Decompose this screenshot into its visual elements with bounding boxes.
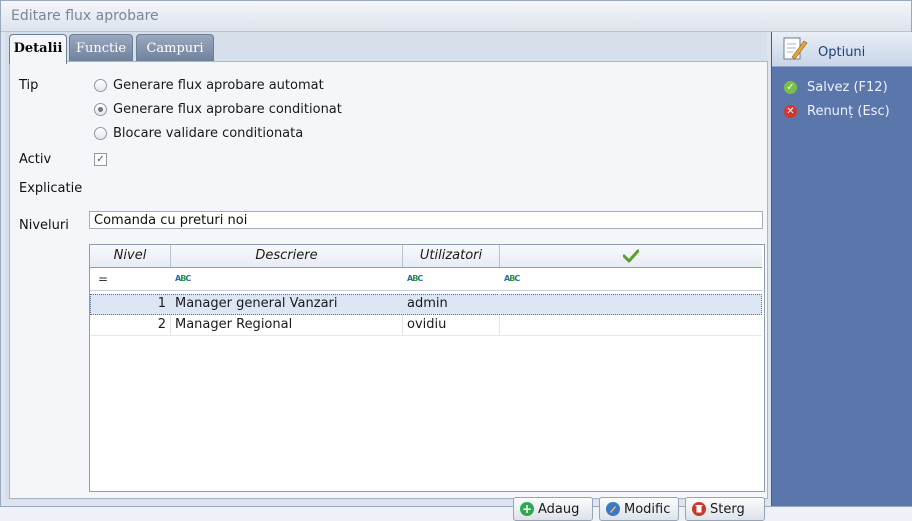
radio-conditionat[interactable]: Generare flux aprobare conditionat [94, 100, 342, 118]
tab-functie[interactable]: Functie [69, 34, 133, 62]
column-header-descriere[interactable]: Descriere [171, 245, 403, 267]
add-button[interactable]: + Adaug [513, 497, 593, 521]
activ-checkbox[interactable]: ✓ [94, 153, 107, 166]
filter-text-icon[interactable]: ABC [407, 268, 423, 290]
main-area: Detalii Functie Campuri Tip Generare flu… [5, 32, 768, 521]
radio-label-conditionat: Generare flux aprobare conditionat [113, 101, 342, 117]
niveluri-grid: Nivel Descriere Utilizatori = ABC ABC AB… [89, 244, 765, 492]
check-mark-icon [622, 249, 640, 262]
add-button-label: Adaug [538, 501, 580, 517]
grid-filter-row: = ABC ABC ABC [90, 268, 762, 291]
cell-descriere: Manager general Vanzari [171, 294, 403, 314]
cell-utilizatori: ovidiu [403, 315, 500, 335]
details-panel: Tip Generare flux aprobare automat Gener… [9, 61, 768, 521]
cell-nivel: 2 [90, 315, 171, 335]
cancel-circle-icon: ✕ [784, 104, 797, 118]
edit-document-icon [783, 37, 808, 60]
tab-campuri[interactable]: Campuri [136, 34, 214, 62]
niveluri-label: Niveluri [19, 218, 69, 233]
trash-icon [692, 502, 706, 516]
pencil-icon [606, 502, 620, 516]
radio-blocare[interactable]: Blocare validare conditionata [94, 124, 303, 142]
radio-button[interactable] [94, 126, 107, 140]
grid-header: Nivel Descriere Utilizatori [90, 245, 762, 268]
edit-button[interactable]: Modific [599, 497, 679, 521]
radio-button-selected[interactable] [94, 102, 107, 116]
filter-equals-icon[interactable]: = [98, 268, 118, 290]
save-button[interactable]: ✓ Salvez (F12) [784, 78, 888, 96]
table-row[interactable]: 2 Manager Regional ovidiu [90, 315, 762, 336]
explicatie-input[interactable]: Comanda cu preturi noi [89, 211, 763, 229]
radio-label-automat: Generare flux aprobare automat [113, 77, 324, 93]
plus-icon: + [520, 502, 534, 516]
delete-button-label: Sterg [710, 501, 745, 517]
window: Editare flux aprobare Detalii Functie Ca… [0, 0, 912, 521]
column-header-check[interactable] [500, 245, 762, 267]
table-row[interactable]: 1 Manager general Vanzari admin [90, 294, 762, 315]
window-title: Editare flux aprobare [11, 8, 159, 24]
radio-label-blocare: Blocare validare conditionata [113, 125, 304, 141]
column-header-utilizatori[interactable]: Utilizatori [403, 245, 500, 267]
sidebar-header: Optiuni [772, 32, 912, 67]
cancel-button[interactable]: ✕ Renunț (Esc) [784, 102, 890, 120]
cell-utilizatori: admin [403, 294, 500, 314]
tab-detalii[interactable]: Detalii [9, 34, 67, 64]
tip-label: Tip [19, 78, 39, 93]
radio-button[interactable] [94, 78, 107, 92]
cell-descriere: Manager Regional [171, 315, 403, 335]
edit-button-label: Modific [624, 501, 671, 517]
filter-text-icon[interactable]: ABC [504, 268, 520, 290]
filter-text-icon[interactable]: ABC [175, 268, 191, 290]
radio-automat[interactable]: Generare flux aprobare automat [94, 76, 324, 94]
title-bar: Editare flux aprobare [1, 1, 911, 32]
save-label: Salvez (F12) [807, 79, 888, 95]
cancel-label: Renunț (Esc) [807, 103, 890, 119]
cell-nivel: 1 [90, 294, 171, 314]
sidebar-title: Optiuni [818, 45, 866, 60]
column-header-nivel[interactable]: Nivel [90, 245, 171, 267]
explicatie-label: Explicatie [19, 181, 83, 196]
cell-check [500, 294, 762, 314]
cell-check [500, 315, 762, 335]
check-circle-icon: ✓ [784, 80, 797, 94]
options-sidebar: Optiuni ✓ Salvez (F12) ✕ Renunț (Esc) [771, 32, 912, 506]
delete-button[interactable]: Sterg [685, 497, 765, 521]
activ-label: Activ [19, 152, 52, 167]
